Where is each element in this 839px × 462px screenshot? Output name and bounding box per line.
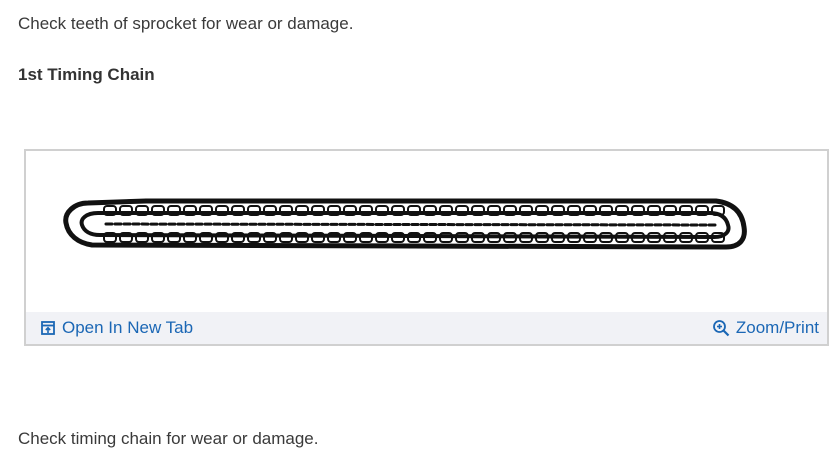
open-in-new-tab-link[interactable]: Open In New Tab (40, 312, 193, 344)
magnifier-plus-icon (712, 319, 730, 337)
section-heading: 1st Timing Chain (18, 65, 155, 84)
instruction-timing-chain: Check timing chain for wear or damage. (18, 429, 319, 448)
figure-box: Open In New Tab Zoom/Print (24, 149, 829, 346)
timing-chain-illustration (63, 198, 747, 250)
zoom-print-label: Zoom/Print (735, 318, 819, 337)
open-in-new-tab-label: Open In New Tab (62, 318, 194, 337)
instruction-sprocket: Check teeth of sprocket for wear or dama… (18, 14, 354, 33)
zoom-print-link[interactable]: Zoom/Print (712, 312, 819, 344)
figure-toolbar: Open In New Tab Zoom/Print (26, 312, 827, 344)
open-in-new-tab-icon (40, 320, 56, 336)
